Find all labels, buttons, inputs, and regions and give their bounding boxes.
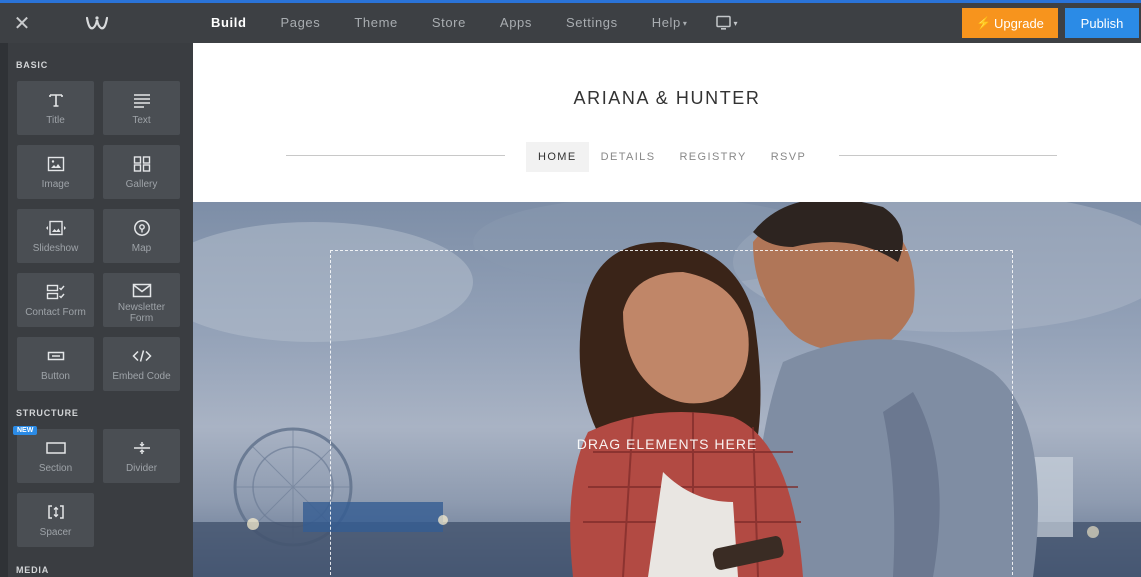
- element-label: Spacer: [39, 527, 72, 538]
- tab-store[interactable]: Store: [415, 3, 483, 43]
- spacer-icon: [47, 502, 65, 522]
- tab-pages[interactable]: Pages: [264, 3, 338, 43]
- main-nav: Build Pages Theme Store Apps Settings He…: [194, 3, 738, 43]
- chevron-down-icon: ▾: [733, 18, 738, 28]
- tab-help-label: Help: [651, 15, 681, 30]
- site-nav-registry[interactable]: REGISTRY: [667, 142, 758, 172]
- contact-form-icon: [46, 282, 66, 302]
- drop-zone-text: DRAG ELEMENTS HERE: [576, 436, 758, 452]
- site-navigation: HOME DETAILS REGISTRY RSVP: [193, 142, 1141, 172]
- gallery-icon: [133, 154, 151, 174]
- element-spacer[interactable]: Spacer: [17, 493, 94, 547]
- section-icon: [45, 438, 67, 458]
- text-icon: [133, 90, 151, 110]
- button-icon: [47, 346, 65, 366]
- element-gallery[interactable]: Gallery: [103, 145, 180, 199]
- element-label: Embed Code: [112, 371, 171, 382]
- hero-banner[interactable]: DRAG ELEMENTS HERE: [193, 202, 1141, 577]
- element-label: Title: [46, 115, 65, 126]
- weebly-logo-icon[interactable]: [44, 3, 194, 43]
- site-nav-rsvp[interactable]: RSVP: [759, 142, 819, 172]
- element-label: Text: [132, 115, 151, 126]
- tab-settings[interactable]: Settings: [549, 3, 635, 43]
- editor-toolbar: ✕ Build Pages Theme Store Apps Settings …: [0, 0, 1141, 43]
- site-nav-home[interactable]: HOME: [526, 142, 589, 172]
- section-heading-structure: STRUCTURE: [16, 408, 79, 418]
- close-icon[interactable]: ✕: [0, 3, 44, 43]
- tab-build[interactable]: Build: [194, 3, 264, 43]
- element-title[interactable]: Title: [17, 81, 94, 135]
- title-icon: [48, 90, 64, 110]
- divider-icon: [132, 438, 152, 458]
- element-label: Image: [41, 179, 70, 190]
- element-newsletter-form[interactable]: Newsletter Form: [103, 273, 180, 327]
- lightning-icon: ⚡: [976, 16, 992, 30]
- code-icon: [131, 346, 152, 366]
- tab-help[interactable]: Help ▾: [635, 3, 705, 43]
- toolbar-actions: ⚡ Upgrade Publish: [962, 3, 1141, 43]
- element-label: Section: [38, 463, 73, 474]
- new-badge: NEW: [13, 426, 38, 435]
- element-map[interactable]: Map: [103, 209, 180, 263]
- tab-apps[interactable]: Apps: [483, 3, 549, 43]
- element-label: Divider: [125, 463, 158, 474]
- section-heading-basic: BASIC: [16, 60, 49, 70]
- element-slideshow[interactable]: Slideshow: [17, 209, 94, 263]
- element-embed-code[interactable]: Embed Code: [103, 337, 180, 391]
- element-text[interactable]: Text: [103, 81, 180, 135]
- section-heading-media: MEDIA: [16, 565, 49, 575]
- image-icon: [47, 154, 65, 174]
- nav-divider-right: [839, 155, 1057, 156]
- monitor-icon[interactable]: ▾: [705, 15, 738, 31]
- map-pin-icon: [133, 218, 151, 238]
- drop-zone[interactable]: [330, 250, 1013, 577]
- site-canvas: ARIANA & HUNTER HOME DETAILS REGISTRY RS…: [193, 43, 1141, 577]
- element-label: Slideshow: [32, 243, 79, 254]
- upgrade-label: Upgrade: [994, 15, 1044, 31]
- element-divider[interactable]: Divider: [103, 429, 180, 483]
- chevron-down-icon: ▾: [682, 18, 688, 28]
- element-contact-form[interactable]: Contact Form: [17, 273, 94, 327]
- nav-divider-left: [286, 155, 505, 156]
- element-image[interactable]: Image: [17, 145, 94, 199]
- element-label: Contact Form: [25, 307, 86, 318]
- element-section[interactable]: Section: [17, 429, 94, 483]
- site-nav-details[interactable]: DETAILS: [589, 142, 668, 172]
- tab-theme[interactable]: Theme: [337, 3, 414, 43]
- element-label: Map: [131, 243, 152, 254]
- envelope-icon: [132, 280, 152, 300]
- publish-button[interactable]: Publish: [1065, 8, 1139, 38]
- element-label: Button: [41, 371, 70, 382]
- slideshow-icon: [44, 218, 68, 238]
- site-title[interactable]: ARIANA & HUNTER: [193, 88, 1141, 109]
- sidebar-edge: [0, 43, 8, 577]
- element-label: Newsletter Form: [117, 302, 166, 324]
- site-nav-items: HOME DETAILS REGISTRY RSVP: [526, 142, 818, 172]
- upgrade-button[interactable]: ⚡ Upgrade: [962, 8, 1058, 38]
- element-button[interactable]: Button: [17, 337, 94, 391]
- elements-sidebar: BASIC Title Text Image Gallery Slideshow: [8, 43, 193, 577]
- element-label: Gallery: [125, 179, 158, 190]
